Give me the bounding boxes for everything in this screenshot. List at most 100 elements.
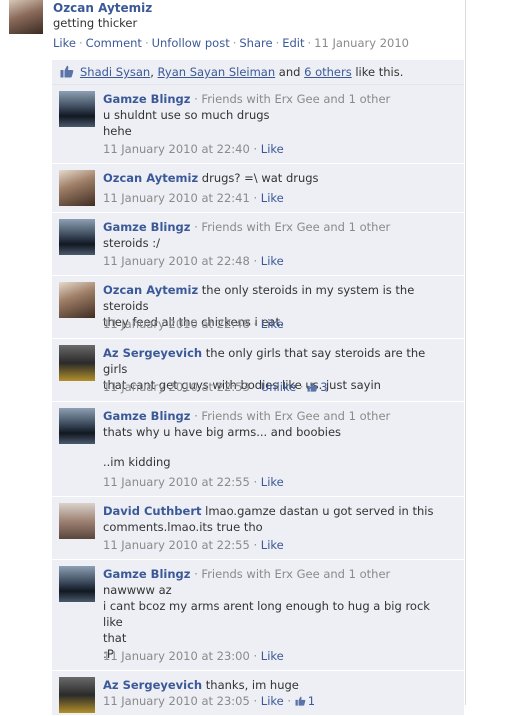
- post-edit-link[interactable]: Edit: [282, 36, 304, 50]
- separator-dot: ·: [249, 142, 261, 156]
- comment-footer: 11 January 2010 at 22:40 · Like: [103, 141, 284, 157]
- comment: Ozcan Aytemiz the only steroids in my sy…: [52, 276, 464, 339]
- comment-text-line: hehe: [103, 124, 132, 138]
- comment-timestamp[interactable]: 11 January 2010 at 22:55: [103, 538, 250, 552]
- comment-footer: 11 January 2010 at 23:00 · Like: [103, 648, 284, 664]
- comment: Az Sergeyevich the only girls that say s…: [52, 339, 464, 402]
- liker-link[interactable]: Shadi Sysan: [80, 65, 150, 79]
- comment-text-line: thats why u have big arms... and boobies: [103, 425, 342, 439]
- comment-body: Az Sergeyevich the only girls that say s…: [103, 345, 453, 395]
- comment-author-link[interactable]: Gamze Blingz: [103, 567, 190, 581]
- comment-text-line: that: [103, 631, 127, 645]
- comment-like-link[interactable]: Like: [261, 694, 284, 708]
- comment-timestamp[interactable]: 11 January 2010 at 23:00: [103, 649, 250, 663]
- post-comment-link[interactable]: Comment: [86, 36, 142, 50]
- post-author-avatar[interactable]: [9, 0, 43, 34]
- comment-like-link[interactable]: Like: [261, 649, 284, 663]
- comment-timestamp[interactable]: 11 January 2010 at 23:05: [103, 694, 250, 708]
- comment-author-link[interactable]: Ozcan Aytemiz: [103, 283, 198, 297]
- likes-suffix: like this.: [351, 65, 404, 79]
- comment-body: Gamze Blingz · Friends with Erx Gee and …: [103, 408, 453, 489]
- post-date: 11 January 2010: [314, 36, 409, 50]
- likes-others-link[interactable]: 6 others: [304, 65, 352, 79]
- comment-text: thanks, im huge: [202, 678, 299, 692]
- comment-timestamp[interactable]: 11 January 2010 at 22:40: [103, 142, 250, 156]
- comment: Ozcan Aytemiz drugs? =\ wat drugs 11 Janu…: [52, 164, 464, 213]
- separator-dot: ·: [249, 191, 261, 205]
- comment-footer: 11 January 2010 at 22:48 · Like: [103, 316, 284, 332]
- comment-author-link[interactable]: Az Sergeyevich: [103, 346, 202, 360]
- post-author-name[interactable]: Ozcan Aytemiz: [53, 1, 152, 15]
- comment-timestamp[interactable]: 11 January 2010 at 22:55: [103, 475, 250, 489]
- comment-list: Gamze Blingz · Friends with Erx Gee and …: [52, 85, 464, 716]
- comment: Gamze Blingz · Friends with Erx Gee and …: [52, 85, 464, 164]
- comment-avatar[interactable]: [59, 345, 95, 381]
- thumbs-up-icon: [60, 65, 74, 78]
- comment-friends-meta: · Friends with Erx Gee and 1 other: [190, 220, 391, 234]
- separator-dot: ·: [249, 475, 261, 489]
- comment-avatar[interactable]: [59, 91, 95, 127]
- comment-like-count[interactable]: 3: [307, 380, 328, 394]
- likes-summary: Shadi Sysan, Ryan Sayan Sleiman and 6 ot…: [80, 65, 404, 79]
- comment-author-link[interactable]: Gamze Blingz: [103, 220, 190, 234]
- comment-author-link[interactable]: Ozcan Aytemiz: [103, 171, 198, 185]
- post-unfollow-link[interactable]: Unfollow post: [152, 36, 230, 50]
- comment-body: Gamze Blingz · Friends with Erx Gee and …: [103, 566, 453, 664]
- separator-dot: ·: [249, 380, 261, 394]
- comment-avatar[interactable]: [59, 282, 95, 318]
- comment-text: lmao.gamze dastan u got served in this: [201, 504, 434, 518]
- comment-avatar[interactable]: [59, 566, 95, 602]
- comment-like-link[interactable]: Like: [261, 317, 284, 331]
- comment-like-link[interactable]: Like: [261, 142, 284, 156]
- comment-timestamp[interactable]: 11 January 2010 at 22:53: [103, 380, 250, 394]
- likes-bar: Shadi Sysan, Ryan Sayan Sleiman and 6 ot…: [52, 60, 464, 85]
- comment-body: Gamze Blingz · Friends with Erx Gee and …: [103, 219, 453, 268]
- thumbs-up-icon: [307, 382, 318, 392]
- post-actions: Like · Comment · Unfollow post · Share · Edit · 11…: [53, 36, 409, 50]
- comment-like-link[interactable]: Like: [261, 475, 284, 489]
- comment-text-line: nawwww az: [103, 583, 172, 597]
- like-count-value: 3: [320, 380, 328, 394]
- comment-body: Gamze Blingz · Friends with Erx Gee and …: [103, 91, 453, 156]
- comment: Gamze Blingz · Friends with Erx Gee and …: [52, 402, 464, 497]
- comment-author-link[interactable]: David Cuthbert: [103, 504, 202, 518]
- comment-like-link[interactable]: Like: [261, 538, 284, 552]
- comment-body: Ozcan Aytemiz drugs? =\ wat drugs 11 Janu…: [103, 170, 453, 205]
- post-like-link[interactable]: Like: [53, 36, 76, 50]
- comment-footer: 11 January 2010 at 22:53 · Unlike · 3: [103, 379, 328, 395]
- likes-connector: and: [275, 65, 305, 79]
- comment-text-line: steroids :/: [103, 236, 160, 250]
- comment-avatar[interactable]: [59, 503, 95, 539]
- comment: Gamze Blingz · Friends with Erx Gee and …: [52, 560, 464, 671]
- liker-link[interactable]: Ryan Sayan Sleiman: [158, 65, 276, 79]
- comment-avatar[interactable]: [59, 170, 95, 206]
- comment-author-link[interactable]: Gamze Blingz: [103, 92, 190, 106]
- comment-like-count[interactable]: 1: [295, 694, 315, 708]
- comment-body: Az Sergeyevich thanks, im huge 11 January…: [103, 677, 453, 708]
- separator-dot: ·: [249, 538, 261, 552]
- comment: David Cuthbert lmao.gamze dastan u got s…: [52, 497, 464, 560]
- comment-timestamp[interactable]: 11 January 2010 at 22:48: [103, 254, 250, 268]
- comment-author-link[interactable]: Gamze Blingz: [103, 409, 190, 423]
- comment-friends-meta: · Friends with Erx Gee and 1 other: [190, 567, 391, 581]
- comment-like-link[interactable]: Like: [261, 254, 284, 268]
- comment-avatar[interactable]: [59, 408, 95, 444]
- comment-timestamp[interactable]: 11 January 2010 at 22:41: [103, 191, 250, 205]
- comment-like-link[interactable]: Like: [261, 191, 284, 205]
- comment-footer: 11 January 2010 at 22:55 · Like: [103, 474, 284, 490]
- comment-like-link[interactable]: Unlike: [261, 380, 296, 394]
- comment-body: Ozcan Aytemiz the only steroids in my sy…: [103, 282, 453, 332]
- post-share-link[interactable]: Share: [239, 36, 272, 50]
- comment-avatar[interactable]: [59, 219, 95, 255]
- comment-footer: 11 January 2010 at 22:41 · Like: [103, 190, 284, 206]
- comment-text-line: ..im kidding: [103, 455, 171, 469]
- comment-footer: 11 January 2010 at 22:55 · Like: [103, 537, 284, 553]
- comment-avatar[interactable]: [59, 677, 95, 713]
- comment-friends-meta: · Friends with Erx Gee and 1 other: [190, 92, 391, 106]
- separator-dot: ·: [296, 380, 308, 394]
- post-text: getting thicker: [53, 16, 138, 30]
- comment-text-line: comments.lmao.its true tho: [103, 520, 263, 534]
- comment-author-link[interactable]: Az Sergeyevich: [103, 678, 202, 692]
- comment-timestamp[interactable]: 11 January 2010 at 22:48: [103, 317, 250, 331]
- page-divider: [465, 0, 466, 705]
